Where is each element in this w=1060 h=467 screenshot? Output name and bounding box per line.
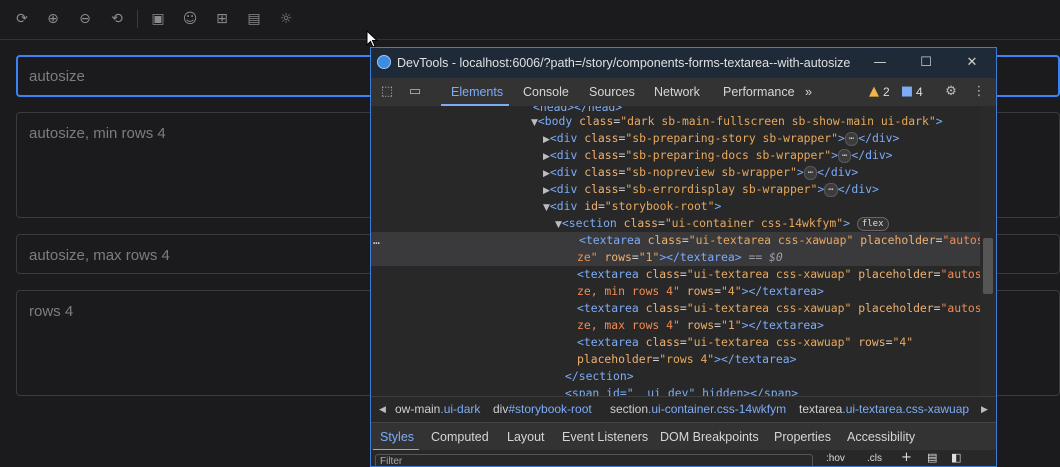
devtools-main-tabs: ⬚ ▭ Elements Console Sources Network Per… <box>371 78 996 107</box>
devtools-title: DevTools - localhost:6006/?path=/story/c… <box>397 56 851 70</box>
minimize-icon[interactable]: — <box>871 54 889 72</box>
tab-layout[interactable]: Layout <box>507 423 545 451</box>
dom-tree: <head></head> ▼<body class="dark sb-main… <box>371 106 980 396</box>
dom-line-section-end[interactable]: </section> <box>565 368 634 385</box>
mouse-pointer-icon <box>366 30 378 48</box>
crumb-item[interactable]: section.ui-container.css-14wkfym <box>610 397 786 421</box>
dom-line-textarea-4-cont[interactable]: placeholder="rows 4"></textarea> <box>577 351 796 368</box>
dom-line-textarea-selected[interactable]: … <textarea class="ui-textarea css-xawuap… <box>371 232 980 249</box>
crumb-item[interactable]: textarea.ui-textarea.css-xawuap <box>799 397 969 421</box>
dom-line-preparing-docs[interactable]: ▶<div class="sb-preparing-docs sb-wrappe… <box>543 147 893 164</box>
dom-line-textarea-2[interactable]: <textarea class="ui-textarea css-xawuap"… <box>577 266 980 283</box>
styles-filter-input[interactable]: Filter <box>375 454 813 466</box>
reset-zoom-icon[interactable]: ⟲ <box>109 11 125 27</box>
reload-icon[interactable]: ⟳ <box>14 11 30 27</box>
device-toolbar-icon[interactable]: ▭ <box>407 84 423 100</box>
devtools-window: DevTools - localhost:6006/?path=/story/c… <box>370 47 997 467</box>
tab-accessibility[interactable]: Accessibility <box>847 423 915 451</box>
devtools-logo-icon <box>377 55 391 69</box>
zoom-in-icon[interactable]: ⊕ <box>45 11 61 27</box>
more-options-icon[interactable]: ⋮ <box>971 84 987 100</box>
grid-icon[interactable]: ⊞ <box>214 11 230 27</box>
zoom-out-icon[interactable]: ⊖ <box>77 11 93 27</box>
more-tabs-button[interactable]: » <box>805 78 812 106</box>
accessibility-icon[interactable]: ☺ <box>182 11 198 27</box>
hov-button[interactable]: :hov <box>826 453 845 464</box>
styles-pane-tabs: Styles Computed Layout Event Listeners D… <box>371 422 996 451</box>
dom-line-preparing-story[interactable]: ▶<div class="sb-preparing-story sb-wrapp… <box>543 130 899 147</box>
tab-console[interactable]: Console <box>523 78 569 106</box>
maximize-icon[interactable]: ☐ <box>917 54 935 72</box>
dom-tree-scroll-thumb[interactable] <box>983 238 993 294</box>
crumb-item[interactable]: div#storybook-root <box>493 397 592 421</box>
devtools-titlebar: DevTools - localhost:6006/?path=/story/c… <box>371 48 996 78</box>
measure-icon[interactable]: ▤ <box>246 11 262 27</box>
dom-line-textarea-3[interactable]: <textarea class="ui-textarea css-xawuap"… <box>577 300 980 317</box>
computed-sidebar-icon[interactable]: ◧ <box>951 451 961 464</box>
warning-count[interactable]: 2 <box>883 85 890 99</box>
crumb-item[interactable]: ow-main.ui-dark <box>395 397 480 421</box>
cls-button[interactable]: .cls <box>867 453 882 464</box>
dom-line-textarea-selected-cont[interactable]: ze" rows="1"></textarea> == $0 <box>371 249 980 266</box>
dom-line-storybook-root[interactable]: ▼<div id="storybook-root"> <box>543 198 721 215</box>
dom-line-body[interactable]: ▼<body class="dark sb-main-fullscreen sb… <box>531 113 943 130</box>
tab-network[interactable]: Network <box>654 78 700 106</box>
tab-performance[interactable]: Performance <box>723 78 795 106</box>
dom-line-errordisplay[interactable]: ▶<div class="sb-errordisplay sb-wrapper"… <box>543 181 879 198</box>
close-icon[interactable]: ✕ <box>963 54 981 72</box>
dom-line-textarea-3-cont[interactable]: ze, max rows 4" rows="1"></textarea> <box>577 317 824 334</box>
message-count[interactable]: 4 <box>916 85 923 99</box>
dom-line-span[interactable]: <span id="__ui_dev" hidden></span> <box>565 385 798 396</box>
styles-filter-row: Filter :hov .cls + ▤ ◧ <box>371 450 996 466</box>
dom-line-nopreview[interactable]: ▶<div class="sb-nopreview sb-wrapper"> ⋯ <… <box>543 164 858 181</box>
theme-icon[interactable]: ☼ <box>278 11 294 27</box>
flex-badge[interactable]: flex <box>856 216 889 231</box>
warning-icon: ▲ <box>869 84 879 99</box>
message-icon: ■ <box>900 84 914 99</box>
crumb-right-arrow-icon[interactable]: ▶ <box>981 397 988 421</box>
dom-line-textarea-4[interactable]: <textarea class="ui-textarea css-xawuap"… <box>577 334 913 351</box>
crumb-left-arrow-icon[interactable]: ◀ <box>379 397 386 421</box>
tab-elements[interactable]: Elements <box>451 78 503 106</box>
tab-styles[interactable]: Styles <box>380 423 414 451</box>
tab-event-listeners[interactable]: Event Listeners <box>562 423 648 451</box>
dom-line-textarea-2-cont[interactable]: ze, min rows 4" rows="4"></textarea> <box>577 283 824 300</box>
inspect-element-icon[interactable]: ⬚ <box>379 84 395 100</box>
tab-dom-breakpoints[interactable]: DOM Breakpoints <box>660 423 759 451</box>
element-state-icon[interactable]: ▤ <box>927 451 937 464</box>
breadcrumb: ◀ ow-main.ui-dark div#storybook-root sec… <box>371 396 996 421</box>
dom-line-section[interactable]: ▼<section class="ui-container css-14wkfy… <box>555 215 889 232</box>
tab-computed[interactable]: Computed <box>431 423 489 451</box>
storybook-toolbar: ⟳ ⊕ ⊖ ⟲ ▣ ☺ ⊞ ▤ ☼ <box>0 0 1060 40</box>
toolbar-divider <box>137 10 138 28</box>
tab-sources[interactable]: Sources <box>589 78 635 106</box>
settings-gear-icon[interactable]: ⚙ <box>943 84 959 100</box>
new-style-rule-icon[interactable]: + <box>901 450 912 465</box>
tab-properties[interactable]: Properties <box>774 423 831 451</box>
outline-icon[interactable]: ▣ <box>150 11 166 27</box>
